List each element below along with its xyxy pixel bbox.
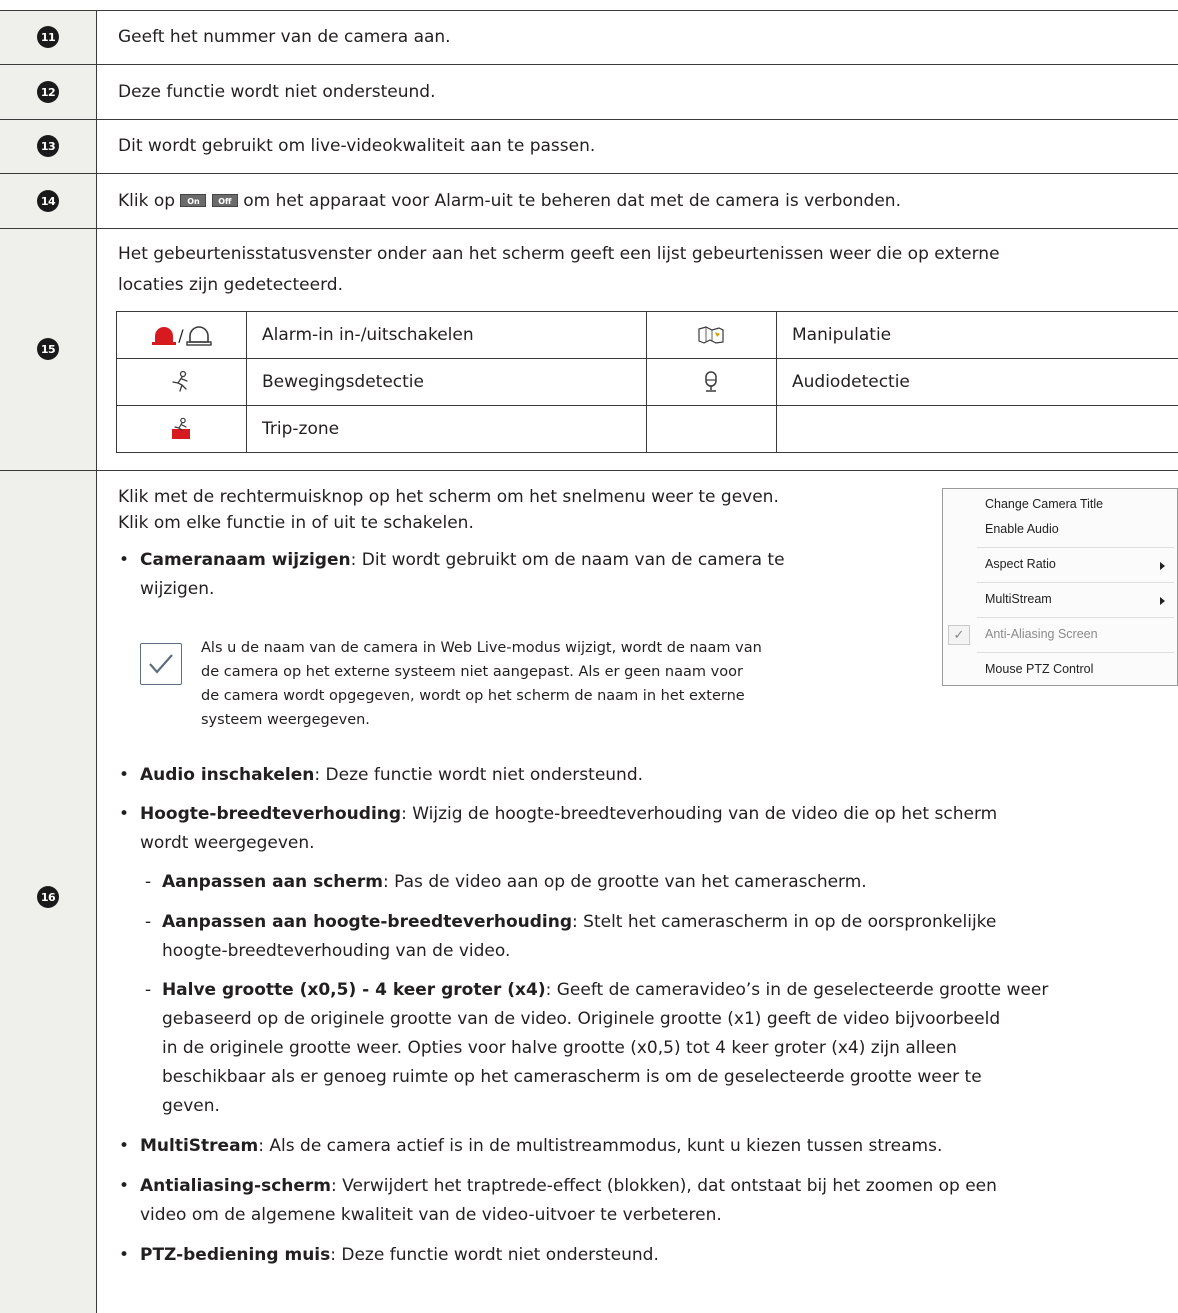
- bullet-icon: •: [119, 550, 130, 570]
- motion-detection-icon: [172, 370, 188, 392]
- row-15-line-1: Het gebeurtenisstatusvenster onder aan h…: [118, 244, 1000, 264]
- menu-item-anti-aliasing[interactable]: Anti-Aliasing Screen: [985, 627, 1098, 641]
- subitem-half-cont-1: gebaseerd op de originele grootte van de…: [162, 1009, 1001, 1029]
- item-antialiasing: Antialiasing-scherm: Verwijdert het trap…: [140, 1176, 997, 1196]
- bullet-icon: •: [119, 1176, 130, 1196]
- item-multistream: MultiStream: Als de camera actief is in …: [140, 1136, 943, 1156]
- submenu-arrow-icon: [1160, 597, 1165, 605]
- row-12-text: Deze functie wordt niet ondersteund.: [118, 82, 436, 102]
- row-14-text-before: Klik op: [118, 191, 176, 211]
- alarm-in-icon: /: [152, 326, 212, 346]
- alarm-out-on-button[interactable]: On: [180, 194, 207, 207]
- row-14-text: Klik op On Off om het apparaat voor Alar…: [118, 186, 901, 216]
- row-11-text: Geeft het nummer van de camera aan.: [118, 27, 451, 47]
- context-menu: Change Camera Title Enable Audio Aspect …: [942, 488, 1178, 686]
- event-status-table: / Alarm-in in-/uitschakelen Manipulatie …: [116, 311, 1178, 453]
- row-13-text: Dit wordt gebruikt om live-videokwalitei…: [118, 136, 596, 156]
- item-camera-title: Cameranaam wijzigen: Dit wordt gebruikt …: [140, 550, 785, 570]
- event-label-tampering: Manipulatie: [792, 325, 892, 345]
- item-aspect-cont: wordt weergegeven.: [140, 833, 315, 853]
- row-number-16: 16: [37, 886, 59, 908]
- note-check-icon: [140, 643, 182, 685]
- row-divider: [0, 64, 1178, 65]
- event-label-trip-zone: Trip-zone: [262, 419, 340, 439]
- menu-item-multistream[interactable]: MultiStream: [985, 592, 1052, 606]
- item-aspect: Hoogte-breedteverhouding: Wijzig de hoog…: [140, 804, 998, 824]
- subitem-half: - Halve grootte (x0,5) - 4 keer groter (…: [145, 980, 1049, 1000]
- audio-detection-icon: [705, 371, 717, 392]
- check-icon: ✓: [948, 625, 970, 645]
- menu-item-mouse-ptz[interactable]: Mouse PTZ Control: [985, 662, 1093, 676]
- subitem-half-cont-2: in de originele grootte weer. Opties voo…: [162, 1038, 957, 1058]
- item-antialiasing-cont: video om de algemene kwaliteit van de vi…: [140, 1205, 722, 1225]
- item-audio: Audio inschakelen: Deze functie wordt ni…: [140, 765, 644, 785]
- svg-text:/: /: [178, 326, 184, 345]
- row-number-14: 14: [37, 190, 59, 212]
- event-label-alarm-in: Alarm-in in-/uitschakelen: [262, 325, 474, 345]
- item-camera-title-cont: wijzigen.: [140, 579, 215, 599]
- row-15-line-2: locaties zijn gedetecteerd.: [118, 275, 343, 295]
- alarm-in-icons: /: [148, 323, 214, 347]
- subitem-half-cont-4: geven.: [162, 1096, 220, 1116]
- alarm-out-off-button[interactable]: Off: [211, 194, 238, 207]
- subitem-ratio: - Aanpassen aan hoogte-breedteverhouding…: [145, 912, 997, 932]
- bullet-icon: •: [119, 1136, 130, 1156]
- row-number-12: 12: [37, 81, 59, 103]
- bullet-icon: •: [119, 804, 130, 824]
- row-number-15: 15: [37, 338, 59, 360]
- row-number-13: 13: [37, 135, 59, 157]
- subitem-ratio-cont: hoogte-breedteverhouding van de video.: [162, 941, 511, 961]
- item-ptz: PTZ-bediening muis: Deze functie wordt n…: [140, 1245, 659, 1265]
- menu-item-change-camera-title[interactable]: Change Camera Title: [985, 497, 1103, 511]
- menu-item-aspect-ratio[interactable]: Aspect Ratio: [985, 557, 1056, 571]
- row-divider: [0, 228, 1178, 229]
- menu-item-enable-audio[interactable]: Enable Audio: [985, 522, 1059, 536]
- bullet-icon: •: [119, 765, 130, 785]
- column-divider: [96, 10, 97, 1313]
- row-divider: [0, 119, 1178, 120]
- tampering-icon: [698, 326, 724, 344]
- subitem-fit: - Aanpassen aan scherm: Pas de video aan…: [145, 872, 867, 892]
- event-label-motion: Bewegingsdetectie: [262, 372, 424, 392]
- row-16-intro-2: Klik om elke functie in of uit te schake…: [118, 513, 474, 533]
- row-divider: [0, 10, 1178, 11]
- row-14-text-after: om het apparaat voor Alarm-uit te behere…: [243, 191, 901, 211]
- event-label-audio: Audiodetectie: [792, 372, 910, 392]
- bullet-icon: •: [119, 1245, 130, 1265]
- submenu-arrow-icon: [1160, 562, 1165, 570]
- row-number-11: 11: [37, 26, 59, 48]
- note-text: Als u de naam van de camera in Web Live-…: [201, 640, 762, 728]
- row-divider: [0, 173, 1178, 174]
- row-divider: [0, 470, 1178, 471]
- trip-zone-icon: [172, 417, 190, 439]
- subitem-half-cont-3: beschikbaar als er genoeg ruimte op het …: [162, 1067, 982, 1087]
